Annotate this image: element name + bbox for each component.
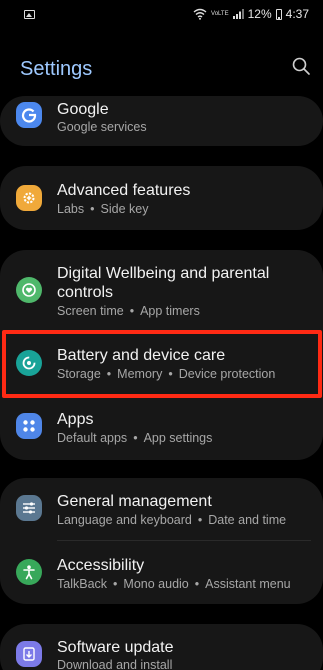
settings-item-accessibility[interactable]: Accessibility TalkBack • Mono audio • Assist… xyxy=(0,542,323,602)
subtitle-part: Default apps xyxy=(57,431,128,445)
item-title-line1: Digital Wellbeing and parental xyxy=(57,265,270,282)
item-title: Accessibility xyxy=(57,557,145,574)
divider xyxy=(57,540,311,541)
page-title: Settings xyxy=(20,58,93,80)
person-icon xyxy=(16,559,42,585)
header: Settings xyxy=(0,44,323,90)
subtitle-part: Side key xyxy=(100,202,149,216)
status-bar: VoLTE 12% 4:37 xyxy=(0,0,323,28)
item-subtitle: Default apps • App settings xyxy=(57,431,213,445)
sliders-icon xyxy=(16,495,42,521)
battery-icon xyxy=(275,8,282,20)
item-subtitle: Language and keyboard • Date and time xyxy=(57,513,287,527)
item-title: Google xyxy=(57,101,109,118)
subtitle-part: Date and time xyxy=(208,513,287,527)
google-g-icon xyxy=(16,102,42,128)
subtitle-part: App timers xyxy=(140,304,200,318)
battery-percent: 12% xyxy=(247,7,272,21)
item-subtitle: Google services xyxy=(57,120,147,134)
settings-item-apps[interactable]: Apps Default apps • App settings xyxy=(0,400,323,456)
item-title: Software update xyxy=(57,639,174,656)
highlight-box xyxy=(2,330,322,398)
subtitle-part: App settings xyxy=(143,431,213,445)
settings-item-google[interactable]: Google Google services xyxy=(0,96,323,146)
four-dots-icon xyxy=(16,413,42,439)
item-subtitle: Screen time • App timers xyxy=(57,304,200,318)
item-subtitle: TalkBack • Mono audio • Assistant menu xyxy=(57,577,291,591)
settings-item-general-management[interactable]: General management Language and keyboard… xyxy=(0,478,323,538)
wifi-icon xyxy=(193,8,207,20)
subtitle-part: Mono audio xyxy=(123,577,189,591)
gallery-notification-icon xyxy=(24,9,35,19)
settings-item-software-update[interactable]: Software update Download and install xyxy=(0,624,323,670)
status-right: VoLTE 12% 4:37 xyxy=(193,7,309,21)
item-title: Advanced features xyxy=(57,182,191,199)
item-subtitle: Download and install xyxy=(57,658,173,670)
search-icon[interactable] xyxy=(291,56,311,76)
item-subtitle: Labs • Side key xyxy=(57,202,149,216)
volte-label: VoLTE xyxy=(211,11,229,17)
subtitle-part: TalkBack xyxy=(57,577,108,591)
settings-item-advanced-features[interactable]: Advanced features Labs • Side key xyxy=(0,166,323,230)
download-icon xyxy=(16,641,42,667)
status-left xyxy=(24,9,35,19)
subtitle-part: Labs xyxy=(57,202,85,216)
item-title: General management xyxy=(57,493,212,510)
settings-item-digital-wellbeing[interactable]: Digital Wellbeing and parental controls … xyxy=(0,250,323,328)
gear-plus-icon xyxy=(16,185,42,211)
signal-icon xyxy=(232,9,244,19)
heart-ring-icon xyxy=(16,277,42,303)
subtitle-part: Assistant menu xyxy=(205,577,291,591)
subtitle-part: Language and keyboard xyxy=(57,513,192,527)
item-title: Apps xyxy=(57,411,94,428)
clock: 4:37 xyxy=(285,7,309,21)
item-title-line2: controls xyxy=(57,284,114,301)
subtitle-part: Screen time xyxy=(57,304,124,318)
